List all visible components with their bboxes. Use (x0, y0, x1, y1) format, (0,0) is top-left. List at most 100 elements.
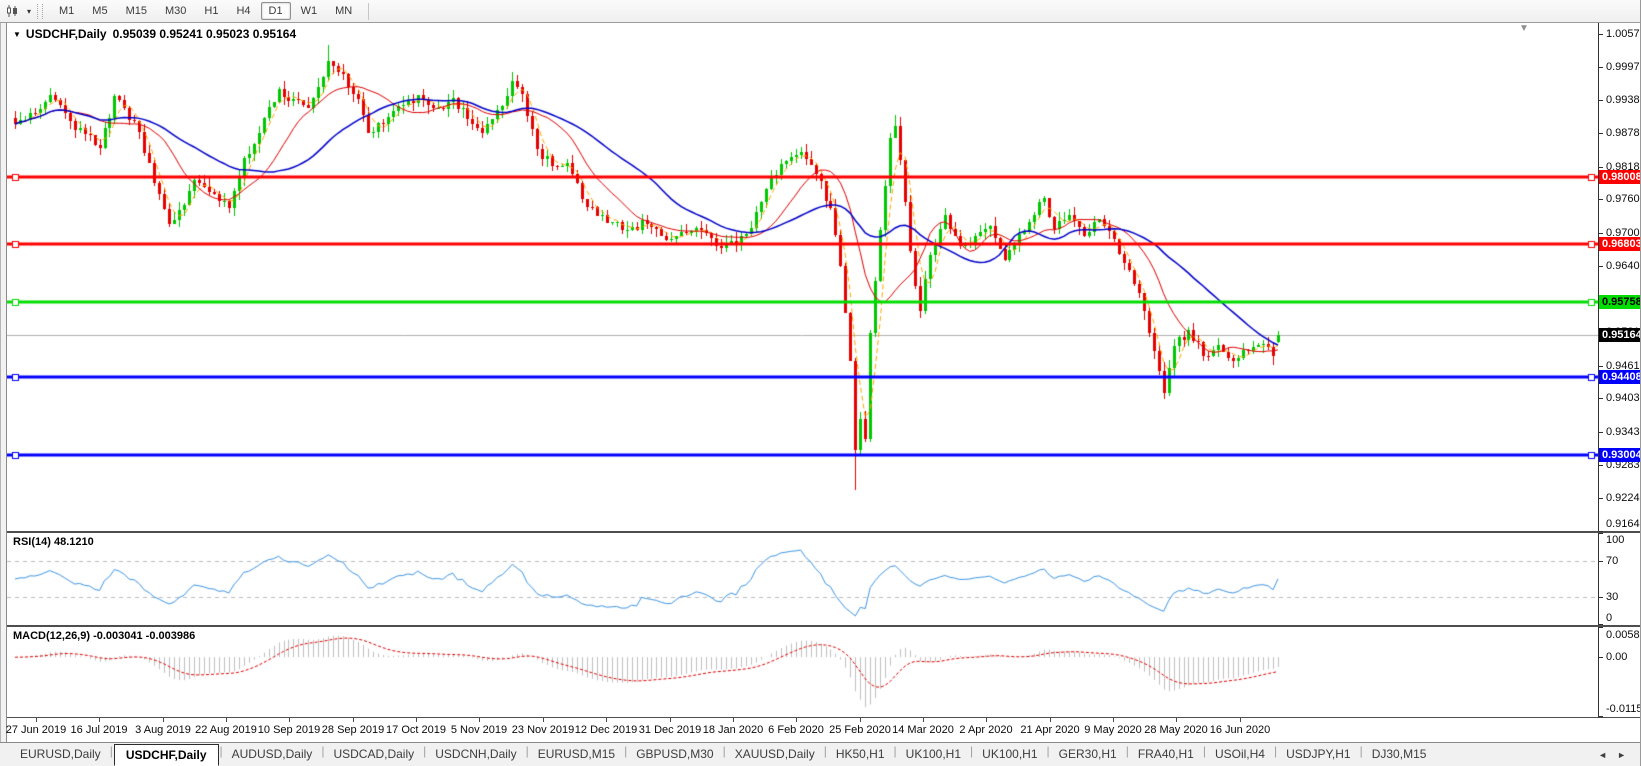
tab-separator: | (970, 743, 974, 758)
time-tick (606, 718, 607, 722)
price-tick (1599, 432, 1603, 433)
price-tick-label: 0.99385 (1606, 94, 1640, 106)
tab-usdcnh-daily[interactable]: USDCNH,Daily (427, 744, 524, 766)
price-tick-label: 0.96400 (1606, 260, 1640, 272)
mt4-window: ▾ M1 M5 M15 M30 H1 H4 D1 W1 MN ▼ USDCHF,Daily 0.95… (0, 0, 1641, 766)
timeframe-button-d1[interactable]: D1 (260, 2, 291, 20)
tab-separator: | (423, 743, 427, 758)
tab-eurusd-m15[interactable]: EURUSD,M15 (530, 744, 623, 766)
timeframe-button-m1[interactable]: M1 (51, 2, 82, 20)
time-tick (289, 718, 290, 722)
rsi-tick (1599, 624, 1603, 625)
toolbar-separator (368, 2, 370, 20)
tab-separator: | (624, 743, 628, 758)
symbol-tab-bar: EURUSD,Daily | USDCHF,Daily | AUDUSD,Daily | U… (0, 742, 1640, 766)
tab-scroll-left-icon[interactable]: ◄ (1598, 750, 1607, 760)
toolbar-grip[interactable] (37, 3, 44, 19)
price-tick-label: 0.91645 (1606, 518, 1640, 530)
price-tick-label: 0.93430 (1606, 426, 1640, 438)
tab-separator: | (1046, 743, 1050, 758)
hline-price-label: 0.98008 (1599, 170, 1640, 184)
tab-hk50-h1[interactable]: HK50,H1 (828, 744, 893, 766)
rsi-tick-label: 70 (1606, 555, 1619, 567)
macd-label: MACD(12,26,9) -0.003041 -0.003986 (13, 630, 196, 642)
time-label: 16 Jul 2019 (70, 724, 128, 736)
tab-scroll-arrows: ◄ ► (1588, 750, 1626, 760)
time-axis[interactable]: 27 Jun 2019 16 Jul 2019 3 Aug 2019 22 Aug 2… (6, 718, 1640, 742)
price-axis[interactable]: 1.005700.999700.993850.987850.981850.976… (1598, 23, 1640, 532)
price-tick (1599, 366, 1603, 367)
tab-separator: | (321, 743, 325, 758)
time-tick (733, 718, 734, 722)
macd-canvas[interactable] (7, 627, 1598, 717)
time-label: 10 Sep 2019 (257, 724, 321, 736)
chart-symbol: USDCHF,Daily (25, 27, 107, 41)
tab-fra40-h1[interactable]: FRA40,H1 (1130, 744, 1202, 766)
macd-axis[interactable]: 0.005818 0.00 -0.011514 (1598, 627, 1640, 717)
time-tick (479, 718, 480, 722)
time-label: 9 May 2020 (1084, 724, 1142, 736)
macd-panel: MACD(12,26,9) -0.003041 -0.003986 0.0058… (7, 627, 1640, 718)
tab-ger30-h1[interactable]: GER30,H1 (1051, 744, 1125, 766)
time-tick (986, 718, 987, 722)
rsi-canvas[interactable] (7, 533, 1598, 625)
timeframe-button-w1[interactable]: W1 (293, 2, 326, 20)
timeframe-button-h4[interactable]: H4 (228, 2, 258, 20)
tab-separator: | (1125, 743, 1129, 758)
chart-tool-icon[interactable] (6, 4, 22, 18)
price-tick (1599, 465, 1603, 466)
price-tick (1599, 233, 1603, 234)
timeframe-button-m5[interactable]: M5 (84, 2, 115, 20)
tab-separator: | (525, 743, 529, 758)
price-tick-label: 0.99970 (1606, 61, 1640, 73)
time-label: 14 Mar 2020 (892, 724, 954, 736)
time-tick (226, 718, 227, 722)
tab-dj30-m15[interactable]: DJ30,M15 (1364, 744, 1435, 766)
chart-tool-dropdown-icon[interactable]: ▾ (27, 7, 31, 16)
hline-price-label: 0.94408 (1599, 370, 1640, 384)
time-label: 5 Nov 2019 (450, 724, 508, 736)
macd-tick-label: -0.011514 (1606, 703, 1640, 715)
chart-menu-icon[interactable]: ▼ (13, 30, 21, 39)
time-label: 12 Dec 2019 (574, 724, 638, 736)
price-tick-label: 1.00570 (1606, 28, 1640, 40)
tab-xauusd-daily[interactable]: XAUUSD,Daily (727, 744, 823, 766)
symbol-tabs: EURUSD,Daily | USDCHF,Daily | AUDUSD,Daily | U… (12, 743, 1435, 766)
tab-uk100-h1[interactable]: UK100,H1 (898, 744, 969, 766)
time-label: 16 Jun 2020 (1209, 724, 1271, 736)
time-label: 17 Oct 2019 (386, 724, 446, 736)
hline-price-label: 0.93004 (1599, 448, 1640, 462)
price-tick (1599, 531, 1603, 532)
time-label: 21 Apr 2020 (1020, 724, 1080, 736)
timeframe-button-mn[interactable]: MN (327, 2, 360, 20)
tab-separator: | (722, 743, 726, 758)
chart-shift-marker[interactable]: ▼ (1519, 23, 1529, 34)
rsi-axis[interactable]: 100 70 30 0 (1598, 533, 1640, 625)
timeframe-buttons: M1 M5 M15 M30 H1 H4 D1 W1 MN (50, 2, 361, 20)
tab-gbpusd-m30[interactable]: GBPUSD,M30 (628, 744, 721, 766)
rsi-label: RSI(14) 48.1210 (13, 536, 94, 548)
tab-scroll-right-icon[interactable]: ► (1617, 750, 1626, 760)
timeframe-button-m30[interactable]: M30 (157, 2, 194, 20)
rsi-panel: RSI(14) 48.1210 100 70 30 0 (7, 533, 1640, 627)
time-tick (36, 718, 37, 722)
tab-usdchf-daily[interactable]: USDCHF,Daily (113, 743, 219, 766)
tab-usdjpy-h1[interactable]: USDJPY,H1 (1278, 744, 1358, 766)
macd-tick-label: 0.00 (1606, 651, 1628, 663)
price-chart-canvas[interactable] (7, 23, 1598, 531)
tab-uk100-h1[interactable]: UK100,H1 (974, 744, 1045, 766)
tab-eurusd-daily[interactable]: EURUSD,Daily (12, 744, 109, 766)
tab-usoil-h4[interactable]: USOil,H4 (1207, 744, 1273, 766)
macd-tick (1599, 627, 1603, 628)
price-tick (1599, 34, 1603, 35)
tab-usdcad-daily[interactable]: USDCAD,Daily (325, 744, 422, 766)
macd-tick-label: 0.005818 (1606, 629, 1640, 641)
time-tick (1240, 718, 1241, 722)
time-tick (1050, 718, 1051, 722)
price-tick (1599, 133, 1603, 134)
hline-price-label: 0.95758 (1599, 295, 1640, 309)
tab-audusd-daily[interactable]: AUDUSD,Daily (224, 744, 321, 766)
tab-separator: | (1359, 743, 1363, 758)
timeframe-button-h1[interactable]: H1 (196, 2, 226, 20)
timeframe-button-m15[interactable]: M15 (118, 2, 155, 20)
